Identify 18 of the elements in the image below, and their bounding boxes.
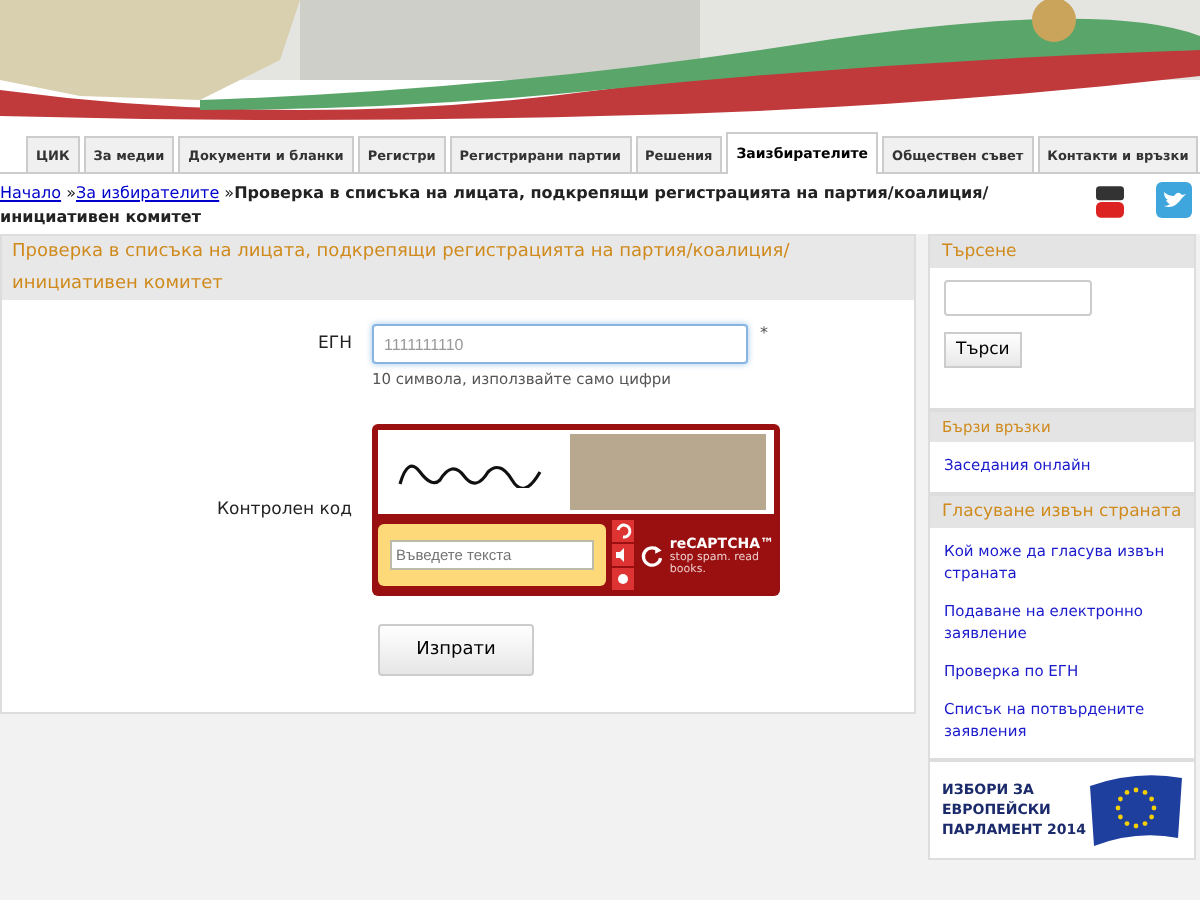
required-mark: * <box>760 324 768 346</box>
field-label: ЕГН <box>316 332 354 358</box>
search-button[interactable]: Търси <box>944 332 1022 368</box>
flag-icon <box>1086 770 1186 850</box>
section-title: Гласуване извън страната <box>930 496 1194 528</box>
breadcrumb-link[interactable]: За избирателите <box>76 184 220 202</box>
section-title: Търсене <box>930 236 1194 268</box>
egn-input[interactable]: 1111111110 <box>372 324 748 364</box>
submit-button[interactable]: Изпрати <box>378 624 534 676</box>
breadcrumb-trail: Начало »За избирателите »Проверка в списъка на лицата, подкрепящи регистрацията на партия/коалиция/инициативен комитет <box>0 182 991 230</box>
help-icon[interactable] <box>612 568 634 590</box>
refresh-icon[interactable] <box>612 520 634 542</box>
field-label: Контролен код <box>215 500 354 520</box>
breadcrumb-link[interactable]: Начало <box>0 184 62 202</box>
speaker-icon[interactable] <box>612 544 634 566</box>
search-input[interactable] <box>944 280 1092 316</box>
bird-icon[interactable] <box>1156 182 1192 218</box>
form-title: Проверка в списъка на лицата, подкрепящи регистрацията на партия/коалиция/инициативен комитет <box>2 236 914 300</box>
